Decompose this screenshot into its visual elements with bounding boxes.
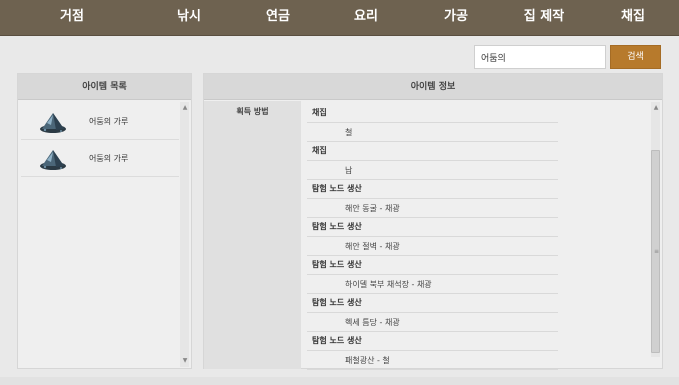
acquisition-label: 획득 방법 (236, 107, 269, 116)
acquisition-detail: 납 (307, 160, 558, 180)
search-input[interactable] (474, 45, 606, 69)
scroll-up-arrow-icon[interactable]: ▲ (652, 104, 660, 112)
acquisition-detail: 해안 절벽 - 채광 (307, 236, 558, 256)
acquisition-entry: 탐험 노드 생산 해안 절벽 - 채광 (307, 218, 558, 256)
top-nav: 거점 낚시 연금 요리 가공 집 제작 채집 (0, 0, 679, 36)
acquisition-entry: 채집 납 (307, 142, 558, 180)
nav-item-house-crafting[interactable]: 집 제작 (524, 0, 564, 36)
acquisition-entry: 탐험 노드 생산 패철광산 - 철 (307, 332, 558, 370)
nav-item-fishing[interactable]: 낚시 (177, 0, 201, 36)
bottom-strip (0, 377, 679, 385)
nav-item-base[interactable]: 거점 (60, 0, 84, 36)
nav-item-alchemy[interactable]: 연금 (266, 0, 290, 36)
acquisition-entry: 탐험 노드 생산 헥세 틈당 - 채광 (307, 294, 558, 332)
grip-icon: ≡ (654, 248, 660, 255)
item-list-panel: 아이템 목록 어둠의 가루 어둠의 가루 ▲ ▼ (17, 73, 192, 369)
item-name: 어둠의 가루 (89, 154, 129, 163)
nav-item-processing[interactable]: 가공 (444, 0, 468, 36)
nav-item-cooking[interactable]: 요리 (354, 0, 378, 36)
acquisition-label-column: 획득 방법 (204, 101, 301, 369)
scroll-down-arrow-icon[interactable]: ▼ (181, 357, 189, 365)
item-list-header: 아이템 목록 (18, 74, 191, 100)
acquisition-type: 탐험 노드 생산 (312, 222, 362, 231)
acquisition-detail: 패철광산 - 철 (307, 350, 558, 370)
acquisition-entry: 채집 철 (307, 104, 558, 142)
acquisition-type: 탐험 노드 생산 (312, 336, 362, 345)
acquisition-type: 탐험 노드 생산 (312, 260, 362, 269)
item-info-header: 아이템 정보 (204, 74, 662, 100)
list-item[interactable]: 어둠의 가루 (21, 140, 179, 177)
nav-item-gathering[interactable]: 채집 (621, 0, 645, 36)
item-info-panel: 아이템 정보 획득 방법 채집 철 채집 납 탐험 노드 생산 해안 동굴 - … (203, 73, 663, 370)
dark-powder-icon (40, 113, 66, 133)
acquisition-entry: 탐험 노드 생산 하이델 북부 채석장 - 채광 (307, 256, 558, 294)
acquisition-type: 탐험 노드 생산 (312, 298, 362, 307)
acquisition-detail: 철 (307, 122, 558, 142)
item-info-scrollbar[interactable]: ▲ ≡ (651, 102, 660, 357)
acquisition-detail: 헥세 틈당 - 채광 (307, 312, 558, 332)
acquisition-type: 채집 (312, 146, 327, 155)
scroll-thumb[interactable]: ≡ (651, 150, 660, 353)
dark-powder-icon (40, 150, 66, 170)
acquisition-type: 탐험 노드 생산 (312, 184, 362, 193)
scroll-up-arrow-icon[interactable]: ▲ (181, 104, 189, 112)
acquisition-type: 채집 (312, 108, 327, 117)
item-name: 어둠의 가루 (89, 117, 129, 126)
acquisition-detail: 하이델 북부 채석장 - 채광 (307, 274, 558, 294)
acquisition-entry: 탐험 노드 생산 해안 동굴 - 채광 (307, 180, 558, 218)
acquisition-detail: 해안 동굴 - 채광 (307, 198, 558, 218)
search-button[interactable]: 검색 (610, 45, 661, 69)
list-item[interactable]: 어둠의 가루 (21, 103, 179, 140)
item-list-scrollbar[interactable]: ▲ ▼ (180, 102, 189, 367)
